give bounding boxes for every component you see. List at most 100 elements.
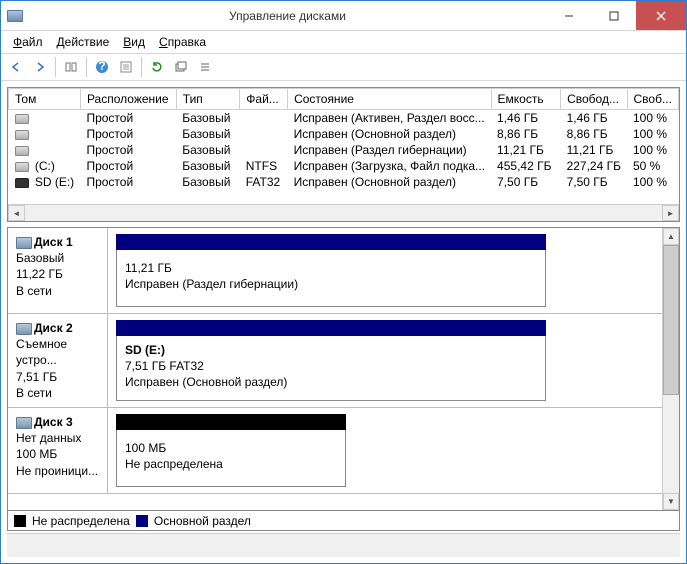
cell-capacity: 8,86 ГБ xyxy=(491,126,561,142)
cell-type: Базовый xyxy=(176,142,240,158)
partition-line2: 11,21 ГБ xyxy=(125,260,537,276)
col-layout[interactable]: Расположение xyxy=(80,89,176,110)
menu-file[interactable]: Файл xyxy=(7,33,49,51)
volume-icon xyxy=(15,178,29,188)
partition-line3: Исправен (Основной раздел) xyxy=(125,374,537,390)
table-row[interactable]: ПростойБазовый Исправен (Раздел гибернаци… xyxy=(9,142,679,158)
table-row[interactable]: ПростойБазовыйИсправен (Основной раздел)… xyxy=(9,126,679,142)
minimize-button[interactable] xyxy=(546,1,591,30)
col-status[interactable]: Состояние xyxy=(288,89,491,110)
partition-header[interactable] xyxy=(116,234,546,250)
scroll-track[interactable] xyxy=(25,205,662,221)
cell-layout: Простой xyxy=(80,142,176,158)
window-buttons xyxy=(546,1,686,30)
maximize-button[interactable] xyxy=(591,1,636,30)
partition-header[interactable] xyxy=(116,414,346,430)
help-button[interactable]: ? xyxy=(91,56,113,78)
disk-sub2: 100 МБ xyxy=(16,447,57,461)
menu-action-rest: ействие xyxy=(65,35,110,49)
cell-fs xyxy=(240,110,288,127)
volume-icon xyxy=(15,130,29,140)
cell-free: 227,24 ГБ xyxy=(561,158,627,174)
scroll-down-button[interactable]: ▼ xyxy=(663,493,679,510)
cell-free: 8,86 ГБ xyxy=(561,126,627,142)
cell-capacity: 455,42 ГБ xyxy=(491,158,561,174)
menu-help[interactable]: Справка xyxy=(153,33,212,51)
table-row[interactable]: ПростойБазовыйИсправен (Активен, Раздел … xyxy=(9,110,679,127)
col-fs[interactable]: Фай... xyxy=(240,89,288,110)
cell-status: Исправен (Раздел гибернации) xyxy=(288,142,491,158)
volume-grid[interactable]: Том Расположение Тип Фай... Состояние Ем… xyxy=(8,88,679,204)
col-free[interactable]: Свобод... xyxy=(561,89,627,110)
refresh-button[interactable] xyxy=(146,56,168,78)
scroll-track-v[interactable] xyxy=(663,395,679,493)
menu-file-u: Ф xyxy=(13,35,22,49)
close-button[interactable] xyxy=(636,1,686,30)
disk-row[interactable]: Диск 1Базовый11,22 ГБВ сети11,21 ГБИспра… xyxy=(8,228,662,314)
content-area: Том Расположение Тип Фай... Состояние Ем… xyxy=(1,81,686,563)
disk-label: Диск 2Съемное устро...7,51 ГБВ сети xyxy=(8,314,108,407)
back-button[interactable] xyxy=(5,56,27,78)
cell-layout: Простой xyxy=(80,158,176,174)
cell-fs: NTFS xyxy=(240,158,288,174)
window-title: Управление дисками xyxy=(29,9,546,23)
cell-volume xyxy=(9,126,81,142)
disk-label: Диск 3Нет данных100 МБНе проиници... xyxy=(8,408,108,493)
menu-file-rest: айл xyxy=(22,35,42,49)
partition-header[interactable] xyxy=(116,320,546,336)
legend-label-unallocated: Не распределена xyxy=(32,514,130,528)
disk-label: Диск 1Базовый11,22 ГБВ сети xyxy=(8,228,108,313)
cell-capacity: 1,46 ГБ xyxy=(491,110,561,127)
scroll-left-button[interactable]: ◄ xyxy=(8,205,25,221)
menu-help-u: С xyxy=(159,35,168,49)
settings-button[interactable] xyxy=(115,56,137,78)
partition-box[interactable]: SD (E:)7,51 ГБ FAT32Исправен (Основной р… xyxy=(116,336,546,401)
menu-action[interactable]: Действие xyxy=(51,33,116,51)
forward-button[interactable] xyxy=(29,56,51,78)
disk-row[interactable]: Диск 3Нет данных100 МБНе проиници...100 … xyxy=(8,408,662,494)
partition-box[interactable]: 11,21 ГБИсправен (Раздел гибернации) xyxy=(116,250,546,307)
rescan-button[interactable] xyxy=(170,56,192,78)
menubar: Файл Действие Вид Справка xyxy=(1,31,686,53)
partition-box[interactable]: 100 МБНе распределена xyxy=(116,430,346,487)
col-volume[interactable]: Том xyxy=(9,89,81,110)
volume-icon xyxy=(15,146,29,156)
menu-help-rest: правка xyxy=(168,35,206,49)
menu-view[interactable]: Вид xyxy=(117,33,151,51)
table-row[interactable]: (C:)ПростойБазовыйNTFSИсправен (Загрузка… xyxy=(9,158,679,174)
scroll-right-button[interactable]: ► xyxy=(662,205,679,221)
disk-graphical-pane: Диск 1Базовый11,22 ГБВ сети11,21 ГБИспра… xyxy=(7,227,680,511)
disk-row[interactable]: Диск 2Съемное устро...7,51 ГБВ сетиSD (E… xyxy=(8,314,662,408)
disk-sub3: В сети xyxy=(16,386,52,400)
list-button[interactable] xyxy=(194,56,216,78)
scroll-up-button[interactable]: ▲ xyxy=(663,228,679,245)
table-row[interactable]: SD (E:)ПростойБазовыйFAT32Исправен (Осно… xyxy=(9,174,679,190)
app-icon xyxy=(7,10,23,22)
col-pct[interactable]: Своб... xyxy=(627,89,679,110)
partition-line3: Исправен (Раздел гибернации) xyxy=(125,276,537,292)
disk-list[interactable]: Диск 1Базовый11,22 ГБВ сети11,21 ГБИспра… xyxy=(8,228,662,510)
col-type[interactable]: Тип xyxy=(176,89,240,110)
col-capacity[interactable]: Емкость xyxy=(491,89,561,110)
show-hide-console-button[interactable] xyxy=(60,56,82,78)
cell-free: 11,21 ГБ xyxy=(561,142,627,158)
volume-hscrollbar[interactable]: ◄ ► xyxy=(8,204,679,221)
cell-type: Базовый xyxy=(176,158,240,174)
legend-swatch-unallocated xyxy=(14,515,26,527)
cell-pct: 50 % xyxy=(627,158,679,174)
cell-fs xyxy=(240,126,288,142)
partition-area: 100 МБНе распределена xyxy=(108,408,662,493)
disk-sub1: Базовый xyxy=(16,251,64,265)
disk-vscrollbar[interactable]: ▲ ▼ xyxy=(662,228,679,510)
svg-text:?: ? xyxy=(98,60,105,73)
titlebar: Управление дисками xyxy=(1,1,686,31)
grid-header-row: Том Расположение Тип Фай... Состояние Ем… xyxy=(9,89,679,110)
legend: Не распределена Основной раздел xyxy=(7,511,680,531)
cell-volume xyxy=(9,142,81,158)
cell-volume xyxy=(9,110,81,127)
partition-line2: 100 МБ xyxy=(125,440,337,456)
cell-pct: 100 % xyxy=(627,142,679,158)
cell-status: Исправен (Загрузка, Файл подка... xyxy=(288,158,491,174)
volume-icon xyxy=(15,114,29,124)
scroll-thumb[interactable] xyxy=(663,245,679,395)
